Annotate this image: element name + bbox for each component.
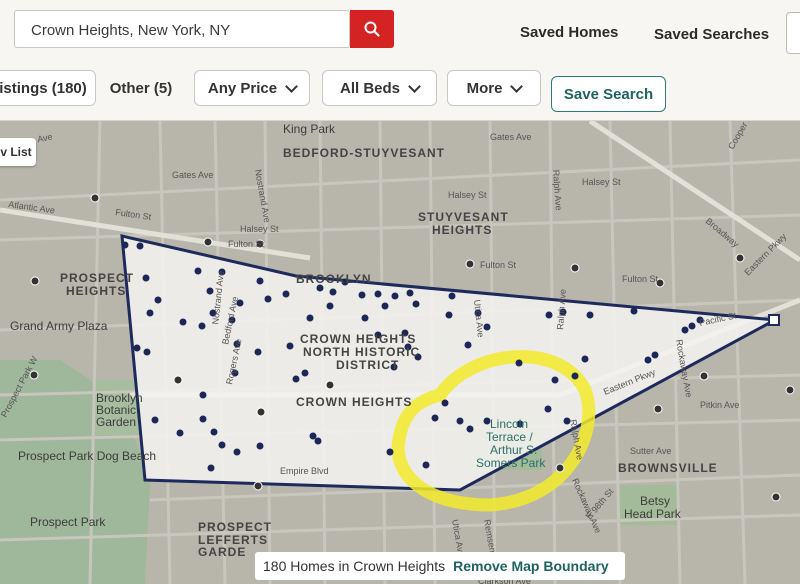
listings-tab-label: istings (180) bbox=[0, 79, 87, 97]
chevron-down-icon bbox=[510, 79, 524, 93]
more-filter-label: More bbox=[466, 79, 503, 97]
chevron-down-icon bbox=[408, 79, 421, 93]
map-label-king-park: King Park bbox=[283, 122, 336, 136]
street-label: Empire Blvd bbox=[280, 466, 329, 476]
other-tab[interactable]: Other (5) bbox=[98, 70, 184, 106]
map-label-botanic: Garden bbox=[96, 415, 136, 429]
menu-button[interactable] bbox=[786, 12, 800, 54]
beds-filter-label: All Beds bbox=[339, 79, 400, 97]
saved-searches-link[interactable]: Saved Searches bbox=[654, 26, 769, 43]
map-label-crown-heights: CROWN HEIGHTS bbox=[296, 395, 412, 409]
save-search-button[interactable]: Save Search bbox=[551, 76, 666, 112]
boundary-handle[interactable] bbox=[768, 314, 780, 326]
street-label: Fulton St bbox=[480, 260, 517, 270]
street-label: Fulton St bbox=[622, 274, 659, 284]
map-label-lincoln-terrace: Terrace / bbox=[486, 430, 533, 444]
beds-filter[interactable]: All Beds bbox=[322, 70, 437, 106]
map-label-prospect-heights: HEIGHTS bbox=[66, 284, 126, 298]
street-label: Fulton St bbox=[228, 239, 265, 249]
map-label-prospect-heights: PROSPECT bbox=[60, 271, 134, 285]
remove-map-boundary-link[interactable]: Remove Map Boundary bbox=[453, 558, 609, 574]
top-bar: Saved Homes Saved Searches bbox=[0, 0, 800, 62]
chevron-down-icon bbox=[285, 79, 298, 93]
listings-tab[interactable]: istings (180) bbox=[0, 70, 96, 106]
search-input[interactable] bbox=[29, 11, 333, 49]
street-label: Gates Ave bbox=[490, 132, 531, 142]
results-bar: 180 Homes in Crown Heights Remove Map Bo… bbox=[255, 552, 625, 580]
map-label-prospect-lefferts: GARDE bbox=[198, 545, 246, 559]
price-filter-label: Any Price bbox=[207, 79, 278, 97]
list-view-toggle[interactable]: v List bbox=[0, 138, 36, 166]
map-label-lincoln-terrace: Somers Park bbox=[476, 456, 546, 470]
map-view[interactable]: BEDFORD-STUYVESANT STUYVESANT HEIGHTS PR… bbox=[0, 121, 800, 584]
map-label-stuyvesant-heights: STUYVESANT bbox=[418, 210, 509, 224]
map-label-grand-army-plaza: Grand Army Plaza bbox=[10, 319, 108, 333]
street-label: Pitkin Ave bbox=[700, 400, 739, 410]
street-label: Sutter Ave bbox=[630, 446, 671, 456]
search-button[interactable] bbox=[350, 10, 394, 48]
street-label: Halsey St bbox=[582, 177, 621, 187]
price-filter[interactable]: Any Price bbox=[194, 70, 310, 106]
street-label: Halsey St bbox=[240, 224, 279, 234]
more-filter[interactable]: More bbox=[447, 70, 541, 106]
results-count: 180 Homes in Crown Heights bbox=[263, 558, 446, 574]
map-label-chnhd: NORTH HISTORIC bbox=[303, 345, 420, 359]
other-tab-label: Other (5) bbox=[109, 79, 173, 97]
map-label-chnhd: CROWN HEIGHTS bbox=[300, 332, 416, 346]
map-label-prospect-lefferts: PROSPECT bbox=[198, 520, 272, 534]
map-label-lincoln-terrace: Lincoln bbox=[490, 417, 528, 431]
map-label-bedford-stuyvesant: BEDFORD-STUYVESANT bbox=[283, 146, 445, 160]
map-label-betsy-head-park: Betsy bbox=[640, 494, 670, 508]
search-icon bbox=[364, 21, 380, 37]
map-label-lincoln-terrace: Arthur S. bbox=[490, 443, 537, 457]
map-label-prospect-park: Prospect Park bbox=[30, 515, 106, 529]
saved-homes-link[interactable]: Saved Homes bbox=[520, 24, 618, 41]
street-label: Halsey St bbox=[448, 190, 487, 200]
map-label-brownsville: BROWNSVILLE bbox=[618, 461, 718, 475]
map-label-chnhd: DISTRICT bbox=[336, 358, 399, 372]
map-label-stuyvesant-heights: HEIGHTS bbox=[432, 223, 492, 237]
filter-bar: istings (180) Other (5) Any Price All Be… bbox=[0, 62, 800, 121]
map-label-betsy-head-park: Head Park bbox=[624, 507, 682, 521]
search-box[interactable] bbox=[14, 10, 350, 49]
map-label-brooklyn: BROOKLYN bbox=[296, 272, 372, 286]
street-label: Gates Ave bbox=[172, 170, 213, 180]
map-label-dog-beach: Prospect Park Dog Beach bbox=[18, 449, 156, 463]
